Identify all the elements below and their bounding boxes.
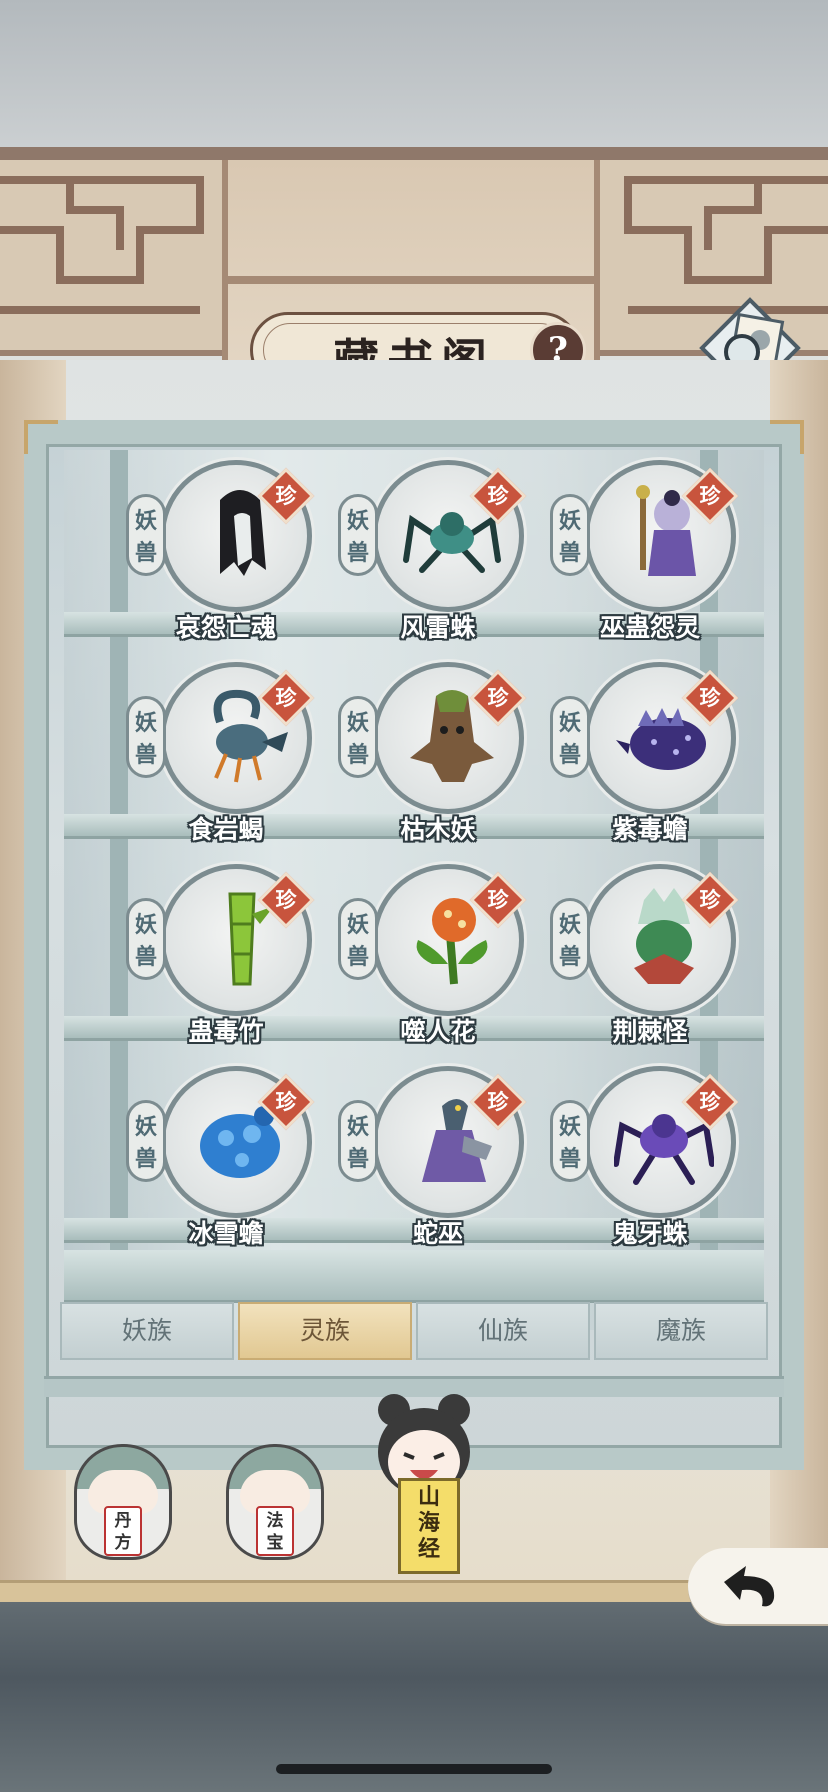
tab-lingzu[interactable]: 灵族 (238, 1302, 412, 1360)
creature-card[interactable]: 妖兽 珍 紫毒蟾 (550, 662, 750, 852)
rare-label: 珍 (487, 686, 509, 710)
rare-label: 珍 (275, 1090, 297, 1114)
yaoshou-tag: 妖兽 (550, 494, 590, 576)
rare-label: 珍 (699, 686, 721, 710)
creature-name: 风雷蛛 (400, 613, 476, 642)
creature-name: 巫蛊怨灵 (599, 613, 700, 642)
tab-mozu[interactable]: 魔族 (594, 1302, 768, 1360)
danfang-button[interactable]: 丹 方 (68, 1434, 178, 1564)
rare-label: 珍 (275, 484, 297, 508)
fabao-label: 法 宝 (256, 1506, 294, 1556)
rare-label: 珍 (275, 888, 297, 912)
creature-name: 紫毒蟾 (612, 815, 688, 844)
sky-background (0, 0, 828, 160)
creature-name: 食岩蝎 (188, 815, 264, 844)
yaoshou-tag: 妖兽 (126, 696, 166, 778)
creature-card[interactable]: 妖兽 珍 冰雪蟾 (126, 1066, 326, 1256)
creature-card[interactable]: 妖兽 珍 哀怨亡魂 (126, 460, 326, 650)
yaoshou-tag: 妖兽 (126, 494, 166, 576)
creature-name: 冰雪蟾 (188, 1219, 264, 1248)
creature-card[interactable]: 妖兽 珍 风雷蛛 (338, 460, 538, 650)
creature-name: 鬼牙蛛 (612, 1219, 688, 1248)
return-arrow-icon (724, 1566, 775, 1607)
tab-xianzu[interactable]: 仙族 (416, 1302, 590, 1360)
home-indicator (276, 1764, 552, 1774)
creature-card[interactable]: 妖兽 珍 鬼牙蛛 (550, 1066, 750, 1256)
shelf-base (64, 1250, 764, 1303)
creature-name: 枯木妖 (400, 815, 476, 844)
creature-name: 蛇巫 (412, 1219, 463, 1248)
creature-card[interactable]: 妖兽 珍 蛊毒竹 (126, 864, 326, 1054)
rare-label: 珍 (487, 484, 509, 508)
creature-name: 蛊毒竹 (188, 1017, 264, 1046)
creature-name: 哀怨亡魂 (175, 613, 276, 642)
yaoshou-tag: 妖兽 (338, 1100, 378, 1182)
shanhaijing-button[interactable]: 山 海 经 (398, 1478, 460, 1574)
rare-label: 珍 (487, 888, 509, 912)
window-lattice-left (0, 160, 222, 356)
cabinet-corner (24, 420, 58, 454)
creature-card[interactable]: 妖兽 珍 食岩蝎 (126, 662, 326, 852)
category-tabs: 妖族 灵族 仙族 魔族 (60, 1302, 772, 1362)
rare-label: 珍 (699, 888, 721, 912)
yaoshou-tag: 妖兽 (338, 494, 378, 576)
creature-card[interactable]: 妖兽 珍 噬人花 (338, 864, 538, 1054)
yaoshou-tag: 妖兽 (550, 898, 590, 980)
rare-label: 珍 (699, 484, 721, 508)
danfang-label: 丹 方 (104, 1506, 142, 1556)
rare-label: 珍 (275, 686, 297, 710)
yaoshou-tag: 妖兽 (338, 696, 378, 778)
creature-card[interactable]: 妖兽 珍 荆棘怪 (550, 864, 750, 1054)
yaoshou-tag: 妖兽 (550, 1100, 590, 1182)
yaoshou-tag: 妖兽 (126, 898, 166, 980)
creature-name: 噬人花 (400, 1017, 476, 1046)
creature-card[interactable]: 妖兽 珍 蛇巫 (338, 1066, 538, 1256)
creature-card[interactable]: 妖兽 珍 巫蛊怨灵 (550, 460, 750, 650)
rare-label: 珍 (487, 1090, 509, 1114)
yaoshou-tag: 妖兽 (338, 898, 378, 980)
tab-yaozu[interactable]: 妖族 (60, 1302, 234, 1360)
cabinet-corner (770, 420, 804, 454)
rare-label: 珍 (699, 1090, 721, 1114)
fabao-button[interactable]: 法 宝 (220, 1434, 330, 1564)
yaoshou-tag: 妖兽 (126, 1100, 166, 1182)
creature-card[interactable]: 妖兽 珍 枯木妖 (338, 662, 538, 852)
yaoshou-tag: 妖兽 (550, 696, 590, 778)
creature-name: 荆棘怪 (612, 1017, 688, 1046)
return-button[interactable] (688, 1548, 828, 1624)
